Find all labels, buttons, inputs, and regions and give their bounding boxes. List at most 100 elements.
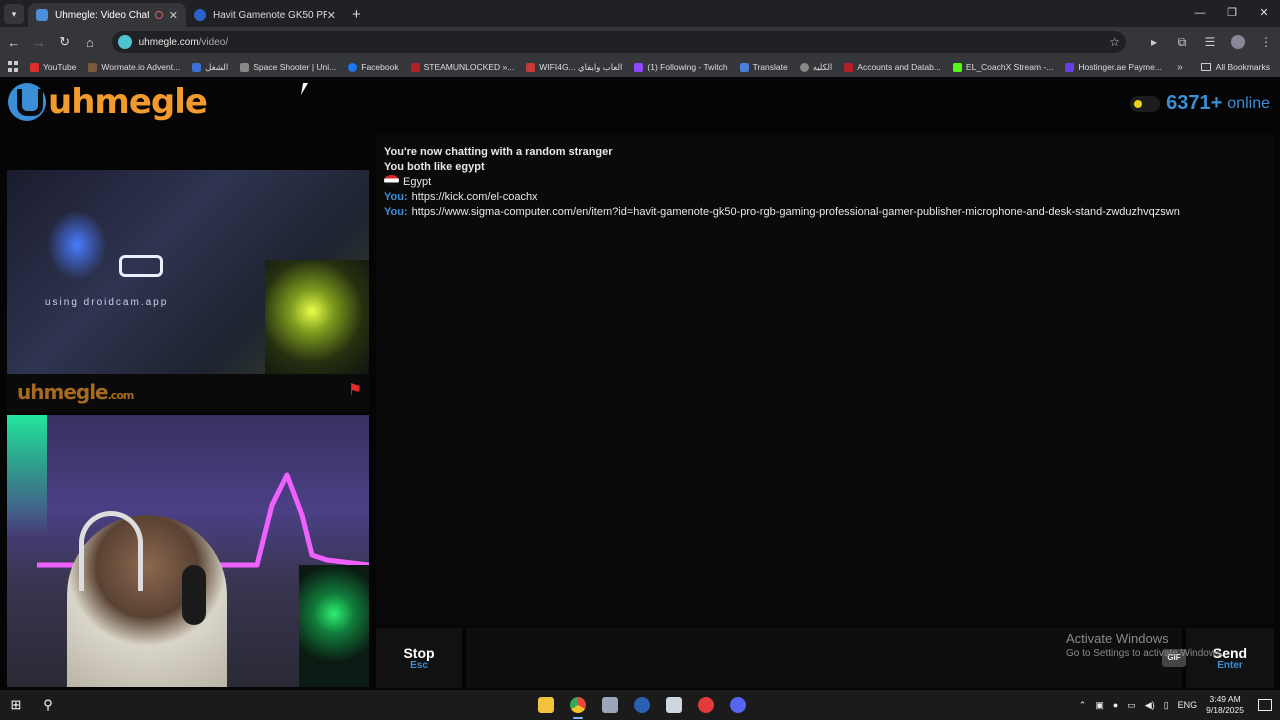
- activate-windows-watermark: Activate Windows Go to Settings to activ…: [1066, 631, 1224, 659]
- back-icon[interactable]: ←: [2, 35, 25, 50]
- chrome-icon[interactable]: [562, 690, 594, 720]
- stranger-video: using droidcam.app: [7, 170, 369, 374]
- start-windows-icon[interactable]: ⊞: [0, 697, 32, 713]
- url-path: /video/: [198, 36, 229, 48]
- stranger-video-footer: uhmegle.com ⚑: [7, 374, 369, 412]
- droidcam-watermark: using droidcam.app: [45, 297, 169, 308]
- chat-log: You're now chatting with a random strang…: [376, 135, 1274, 625]
- chat-message: You: https://www.sigma-computer.com/en/it…: [384, 205, 1266, 220]
- app-icon[interactable]: [658, 690, 690, 720]
- bookmark-favicon-icon: [410, 62, 420, 72]
- profile-avatar[interactable]: [1224, 35, 1252, 50]
- url-host: uhmegle.com: [138, 36, 199, 48]
- bookmark-item[interactable]: (1) Following - Twitch: [634, 62, 728, 72]
- tab-uhmegle[interactable]: Uhmegle: Video Chat | Ome ✕: [28, 3, 186, 27]
- new-tab-icon[interactable]: +: [352, 6, 361, 23]
- site-logo[interactable]: uhmegle: [8, 82, 208, 122]
- network-icon[interactable]: ▭: [1127, 700, 1136, 711]
- minimize-icon[interactable]: —: [1184, 0, 1216, 27]
- reload-icon[interactable]: ↻: [53, 34, 76, 50]
- all-bookmarks-button[interactable]: All Bookmarks: [1200, 62, 1270, 72]
- file-explorer-icon[interactable]: [530, 690, 562, 720]
- bookmark-item[interactable]: YouTube: [30, 62, 76, 72]
- site-info-icon[interactable]: [117, 35, 132, 49]
- tray-overflow-icon[interactable]: ⌃: [1079, 700, 1087, 711]
- extensions-icon[interactable]: ⧉: [1168, 35, 1196, 50]
- close-tab-icon[interactable]: ✕: [327, 9, 336, 22]
- more-bookmarks-icon[interactable]: »: [1177, 62, 1183, 73]
- bookmark-item[interactable]: الشغل: [192, 62, 228, 73]
- wordpad-icon[interactable]: [626, 690, 658, 720]
- chat-status-connected: You're now chatting with a random strang…: [384, 146, 613, 158]
- bookmark-item[interactable]: EL_CoachX Stream -...: [952, 62, 1053, 72]
- close-tab-icon[interactable]: ✕: [169, 9, 178, 22]
- bookmark-favicon-icon: [192, 62, 202, 72]
- bookmark-favicon-icon: [952, 62, 962, 72]
- apps-grid-icon[interactable]: [8, 61, 20, 73]
- bookmark-favicon-icon: [1065, 62, 1075, 72]
- address-bar[interactable]: uhmegle.com/video/ ☆: [111, 31, 1127, 53]
- tab-havit[interactable]: Havit Gamenote GK50 PRO RGB ✕: [186, 3, 344, 27]
- message-sender: You:: [384, 191, 408, 203]
- stop-button[interactable]: Stop Esc: [376, 628, 462, 688]
- bookmark-item[interactable]: Accounts and Datab...: [844, 62, 941, 72]
- uhmegle-logo-icon: [8, 83, 46, 121]
- chat-message: You: https://kick.com/el-coachx: [384, 190, 1266, 205]
- tab-search-button[interactable]: ▾: [4, 4, 24, 24]
- microphone-icon[interactable]: ●: [1113, 700, 1118, 710]
- discord-app-icon[interactable]: [722, 690, 754, 720]
- bookmark-item[interactable]: Hostinger.ae Payme...: [1065, 62, 1162, 72]
- bookmark-star-icon[interactable]: ☆: [1109, 35, 1120, 49]
- bookmark-item[interactable]: Space Shooter | Uni...: [240, 62, 336, 72]
- message-text[interactable]: https://www.sigma-computer.com/en/item?i…: [412, 206, 1180, 218]
- home-icon[interactable]: ⌂: [78, 35, 101, 50]
- bookmark-item[interactable]: WIFI4G... العاب وايفاي: [526, 62, 622, 73]
- report-flag-icon[interactable]: ⚑: [345, 382, 365, 400]
- bookmark-item[interactable]: الكليه: [799, 62, 832, 73]
- stop-label: Stop: [403, 645, 435, 661]
- bookmark-item[interactable]: Wormate.io Advent...: [88, 62, 180, 72]
- activate-subtitle: Go to Settings to activate Windows.: [1066, 648, 1224, 659]
- battery-icon[interactable]: ▯: [1164, 700, 1169, 711]
- taskbar-clock[interactable]: 3:49 AM 9/18/2025: [1206, 694, 1244, 716]
- pinned-apps: [530, 690, 754, 720]
- egypt-flag-icon: [384, 175, 399, 186]
- tab-title: Uhmegle: Video Chat | Ome: [55, 9, 149, 21]
- bookmark-favicon-icon: [240, 62, 250, 72]
- recording-indicator-icon: [154, 11, 163, 19]
- message-sender: You:: [384, 206, 408, 218]
- tab-title: Havit Gamenote GK50 PRO RGB: [213, 9, 327, 21]
- restore-icon[interactable]: ❐: [1216, 0, 1248, 27]
- pc-case-lights: [299, 565, 369, 687]
- theme-toggle[interactable]: [1130, 95, 1161, 112]
- taskbar-search-icon[interactable]: ⚲: [32, 697, 64, 713]
- forward-icon[interactable]: →: [27, 35, 50, 50]
- app-icon[interactable]: [594, 690, 626, 720]
- message-text[interactable]: https://kick.com/el-coachx: [412, 191, 538, 203]
- window-controls: — ❐ ✕: [1184, 0, 1280, 27]
- app-icon[interactable]: [690, 690, 722, 720]
- online-label: online: [1227, 94, 1270, 112]
- online-indicator: 6371+ online: [1130, 92, 1270, 115]
- video-brand-label: uhmegle.com: [17, 380, 134, 404]
- volume-icon[interactable]: ◀): [1145, 700, 1155, 711]
- tray-app-icon[interactable]: ▣: [1095, 700, 1104, 711]
- sigma-favicon-icon: [194, 9, 206, 21]
- media-control-icon[interactable]: ▸: [1140, 35, 1168, 50]
- bookmark-item[interactable]: Translate: [739, 62, 788, 72]
- language-indicator[interactable]: ENG: [1178, 700, 1198, 710]
- folder-icon: [1200, 63, 1211, 71]
- online-count: 6371+: [1166, 92, 1223, 114]
- uhmegle-favicon-icon: [36, 9, 48, 21]
- bookmark-item[interactable]: STEAMUNLOCKED »...: [410, 62, 514, 72]
- close-window-icon[interactable]: ✕: [1248, 0, 1280, 27]
- browser-menu-icon[interactable]: ⋮: [1252, 35, 1280, 50]
- bookmark-favicon-icon: [844, 62, 854, 72]
- uhmegle-page: uhmegle 6371+ online using droidcam.app …: [0, 77, 1280, 690]
- bookmark-favicon-icon: [526, 62, 536, 72]
- media-queue-icon[interactable]: ☰: [1196, 35, 1224, 50]
- bookmark-item[interactable]: Facebook: [348, 62, 399, 72]
- notification-icon[interactable]: [1258, 699, 1272, 711]
- browser-toolbar: ← → ↻ ⌂ uhmegle.com/video/ ☆ ▸ ⧉ ☰ ⋮: [0, 27, 1280, 57]
- activate-title: Activate Windows: [1066, 631, 1169, 646]
